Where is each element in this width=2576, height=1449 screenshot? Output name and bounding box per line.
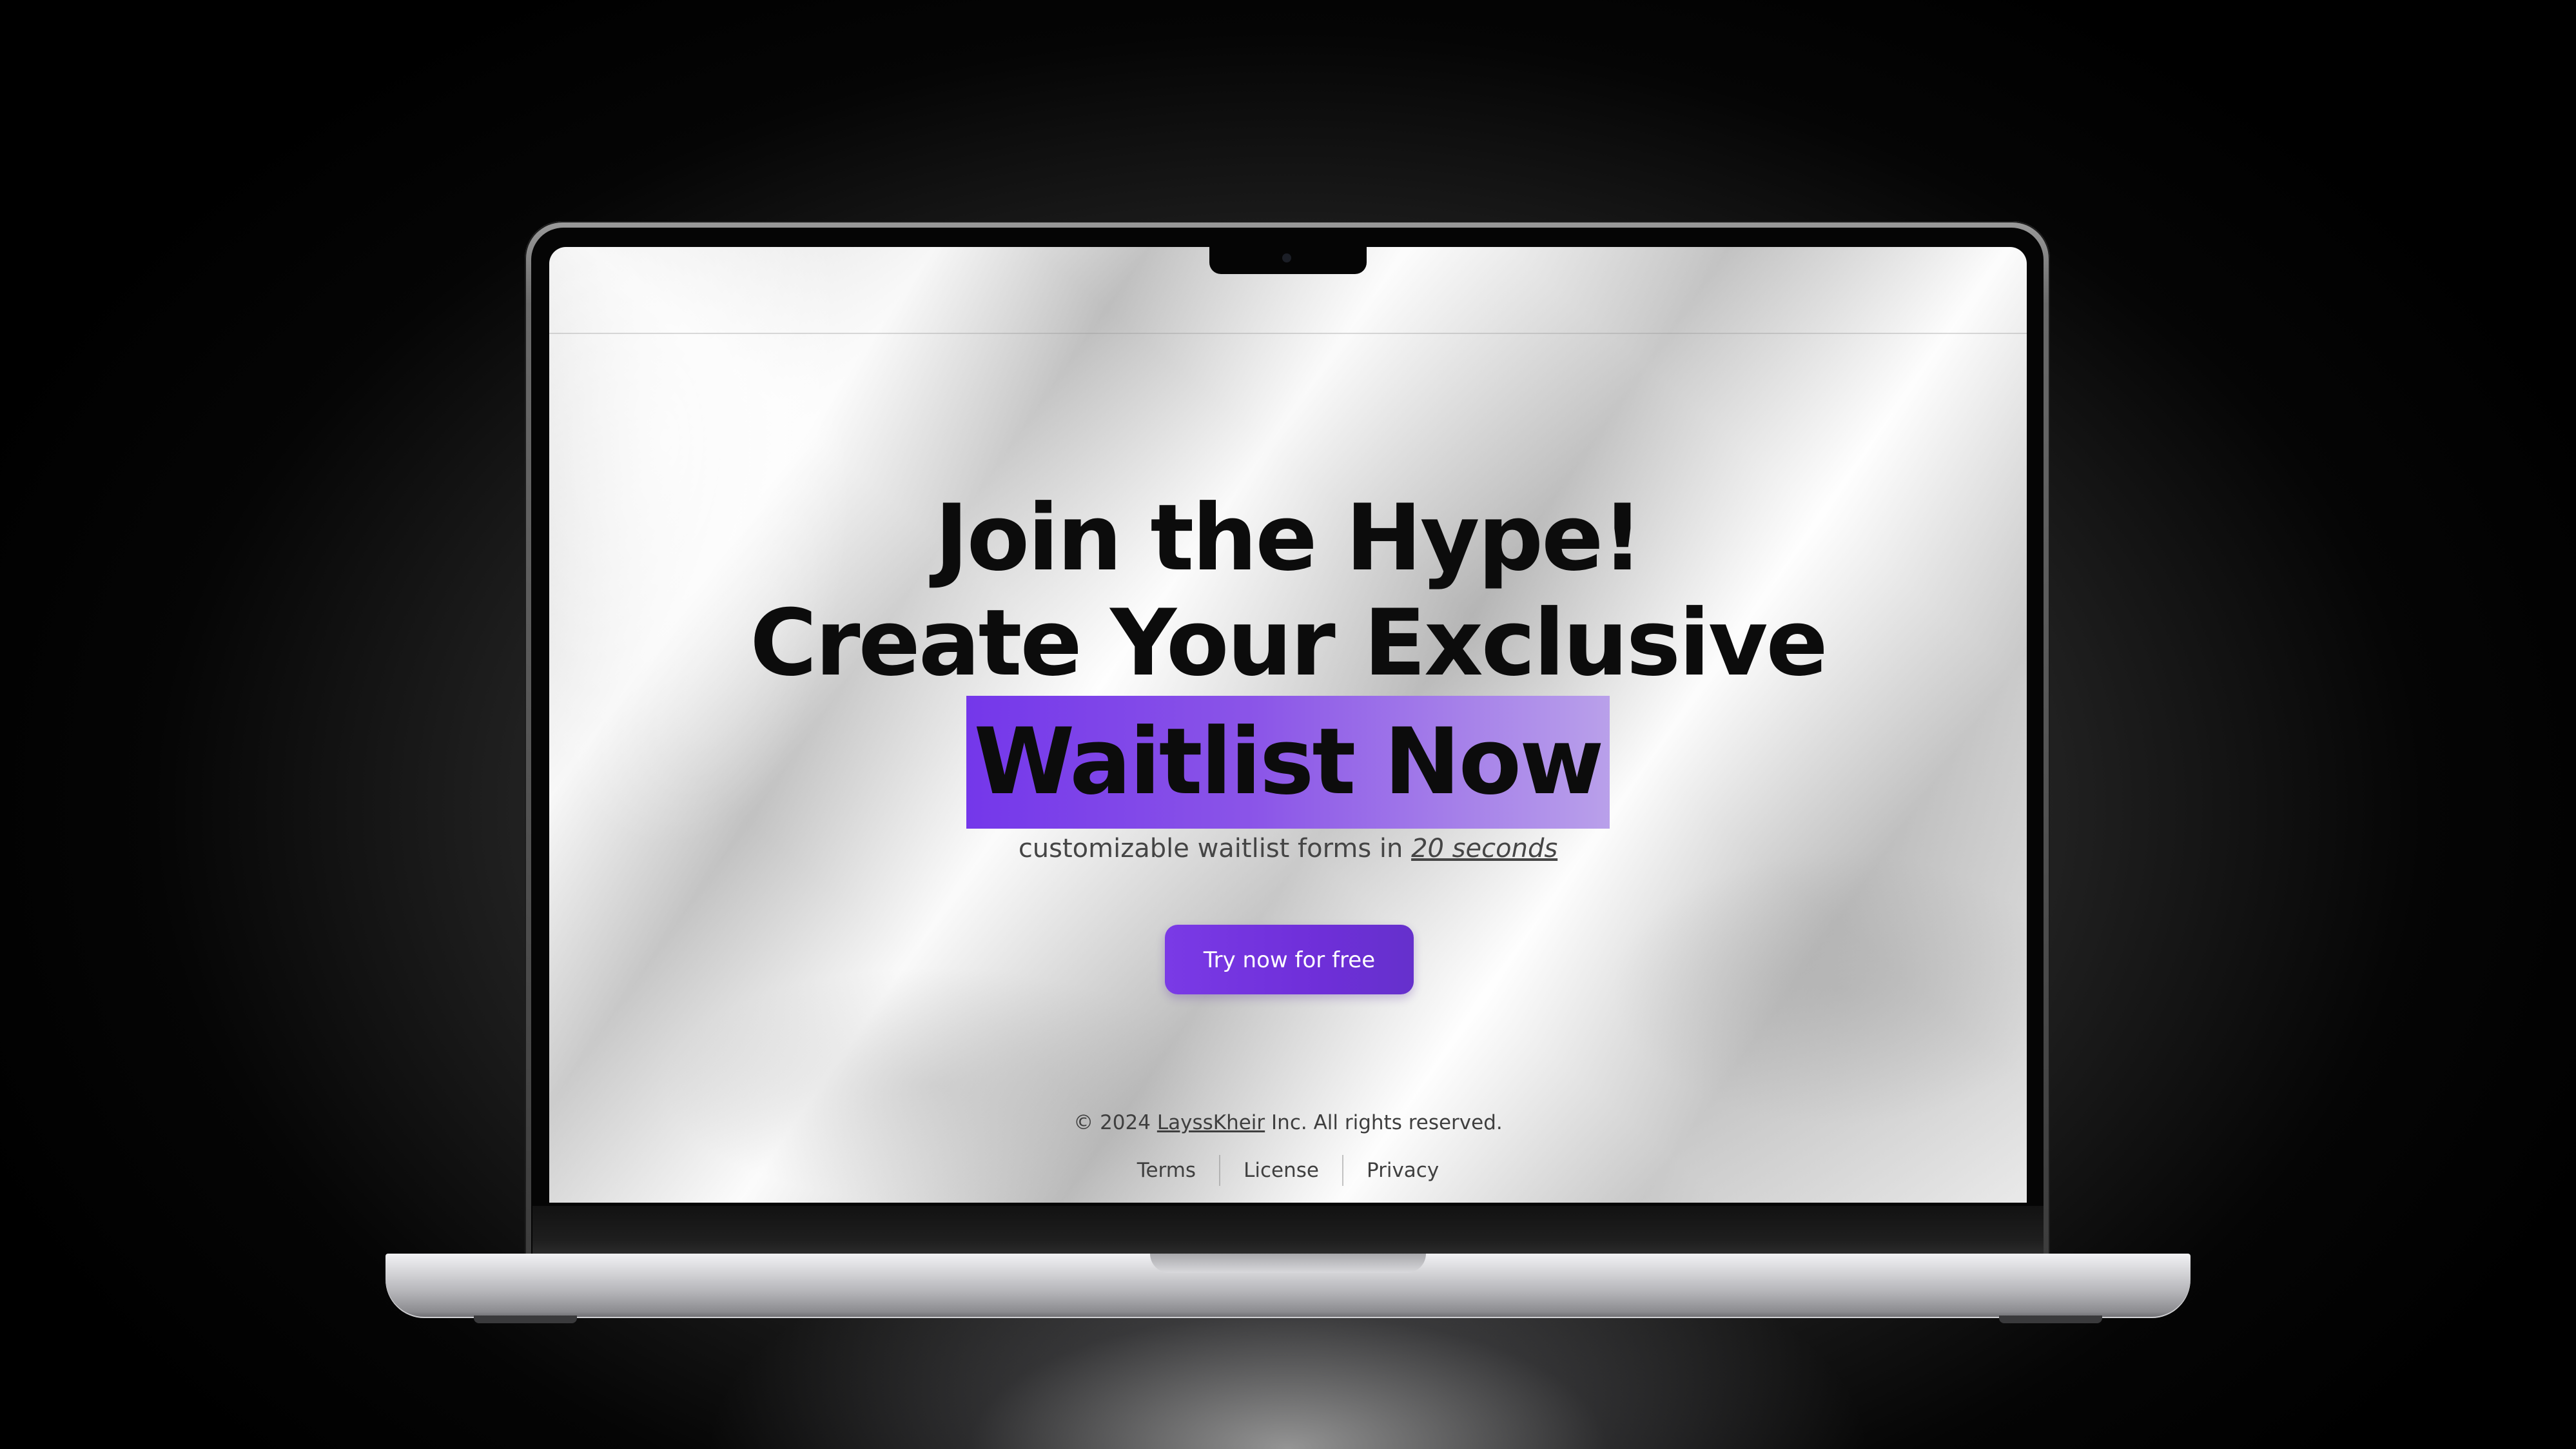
- headline-line-2: Create Your Exclusive: [750, 590, 1828, 696]
- laptop-foot-left: [474, 1316, 577, 1323]
- hero-headline: Join the Hype! Create Your Exclusive Wai…: [549, 486, 2027, 829]
- copyright-prefix: © 2024: [1073, 1111, 1157, 1134]
- footer-link-privacy[interactable]: Privacy: [1343, 1156, 1462, 1185]
- laptop-foot-right: [1999, 1316, 2102, 1323]
- subtitle-text: customizable waitlist forms in: [1018, 834, 1412, 863]
- try-now-button[interactable]: Try now for free: [1165, 925, 1414, 994]
- laptop-thumb-notch: [1150, 1254, 1426, 1273]
- headline-line-1: Join the Hype!: [934, 485, 1643, 591]
- headline-line-3: Waitlist Now: [549, 696, 2027, 829]
- headline-highlight: Waitlist Now: [966, 696, 1610, 829]
- landing-page: Join the Hype! Create Your Exclusive Wai…: [549, 247, 2027, 1203]
- copyright-notice: © 2024 LayssKheir Inc. All rights reserv…: [549, 1111, 2027, 1134]
- subtitle-emphasis: 20 seconds: [1411, 834, 1558, 863]
- laptop-screen: Join the Hype! Create Your Exclusive Wai…: [549, 247, 2027, 1203]
- footer-links: Terms License Privacy: [549, 1155, 2027, 1186]
- copyright-suffix: Inc. All rights reserved.: [1265, 1111, 1503, 1134]
- hero-subtitle: customizable waitlist forms in 20 second…: [549, 834, 2027, 863]
- background-stage: Join the Hype! Create Your Exclusive Wai…: [0, 0, 2576, 1449]
- laptop-chin: [532, 1206, 2044, 1255]
- brand-link[interactable]: LayssKheir: [1157, 1111, 1265, 1134]
- footer-link-license[interactable]: License: [1220, 1156, 1342, 1185]
- camera-icon: [1282, 253, 1291, 262]
- camera-notch: [1209, 247, 1367, 274]
- footer-link-terms[interactable]: Terms: [1114, 1156, 1219, 1185]
